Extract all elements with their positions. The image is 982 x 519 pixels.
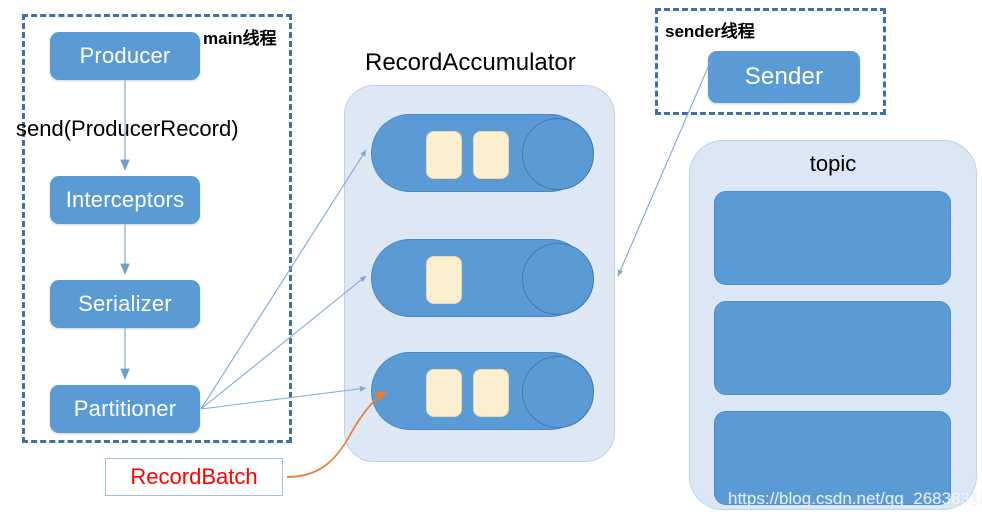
queue-2-head-circle — [522, 243, 594, 315]
watermark: https://blog.csdn.net/qq_26838315 — [728, 489, 982, 508]
recordbatch-callout[interactable]: RecordBatch — [105, 458, 283, 496]
queue-1-head-circle — [522, 118, 594, 190]
topic-title: topic — [809, 151, 857, 176]
node-serializer-label: Serializer — [78, 291, 172, 316]
topic-container: topic — [689, 140, 977, 510]
send-producerrecord-label: send(ProducerRecord) — [16, 116, 239, 141]
recordbatch-callout-label: RecordBatch — [130, 464, 258, 489]
batch-q3-1[interactable] — [426, 369, 462, 417]
accumulator-container — [344, 85, 615, 462]
node-sender[interactable]: Sender — [708, 51, 860, 103]
node-producer[interactable]: Producer — [50, 32, 200, 80]
accumulator-title: RecordAccumulator — [365, 49, 576, 76]
accumulator-queue-2[interactable] — [371, 239, 594, 317]
batch-q2-1[interactable] — [426, 256, 462, 304]
batch-q3-2[interactable] — [473, 369, 509, 417]
topic-partition-1[interactable] — [714, 301, 951, 395]
node-producer-label: Producer — [79, 43, 171, 68]
queue-3-head-circle — [522, 356, 594, 428]
node-serializer[interactable]: Serializer — [50, 280, 200, 328]
node-interceptors[interactable]: Interceptors — [50, 176, 200, 224]
node-partitioner-label: Partitioner — [73, 396, 177, 421]
topic-partition-0[interactable] — [714, 191, 951, 285]
main-thread-label: main线程 — [203, 29, 277, 48]
node-partitioner[interactable]: Partitioner — [50, 385, 200, 433]
batch-q1-1[interactable] — [426, 131, 462, 179]
sender-thread-label: sender线程 — [665, 22, 755, 41]
diagram-canvas: main线程 Producer send(ProducerRecord) Int… — [0, 0, 982, 519]
accumulator-queue-3[interactable] — [371, 352, 594, 430]
node-interceptors-label: Interceptors — [65, 187, 185, 212]
node-sender-label: Sender — [744, 63, 824, 90]
batch-q1-2[interactable] — [473, 131, 509, 179]
accumulator-queue-1[interactable] — [371, 114, 594, 192]
